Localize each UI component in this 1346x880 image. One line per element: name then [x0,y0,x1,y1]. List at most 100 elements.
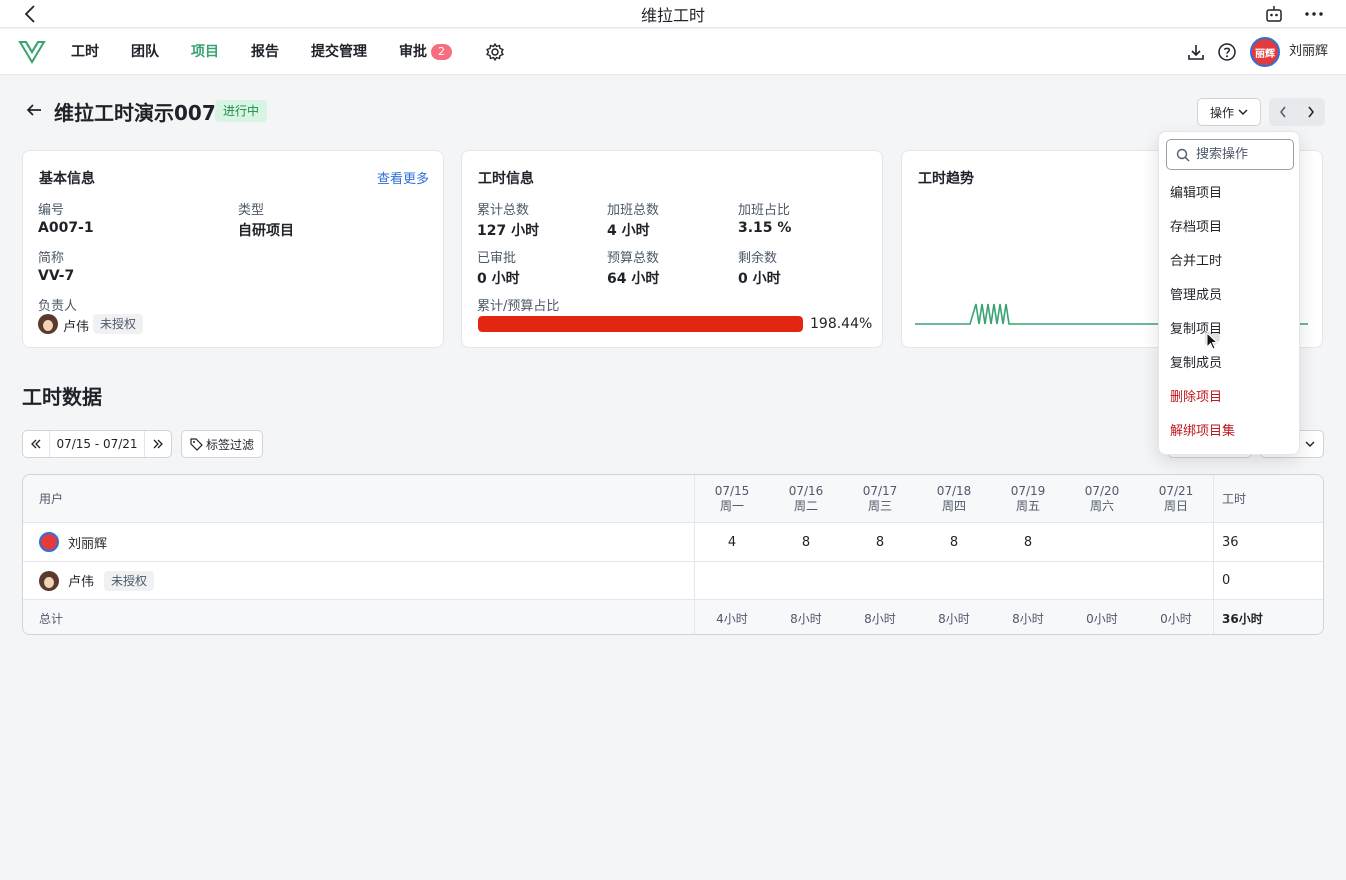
tag-icon [190,437,203,451]
total-cell: 8小时 [864,611,896,626]
type-label: 类型 [238,203,265,218]
column-divider [694,475,695,634]
hours-cell[interactable]: 8 [769,523,843,561]
user-avatar[interactable]: 丽辉 [1250,37,1280,67]
prev-project-icon[interactable] [1269,98,1297,126]
day-date: 07/17 [862,483,898,498]
back-icon[interactable] [18,2,42,26]
day-column-header: 07/20 周六 [1065,475,1139,522]
nav-approvals-label: 审批 [399,44,427,60]
nav-hours[interactable]: 工时 [71,29,99,75]
table-header-row: 用户 07/15 周一 07/16 周二 07/17 周三 07/18 周四 07/19… [23,475,1323,523]
table-row[interactable]: 卢伟 未授权 0 [23,562,1323,600]
total-cell: 0小时 [1086,611,1118,626]
basic-info-card: 基本信息 查看更多 编号 A007-1 类型 自研项目 简称 VV-7 负责人 … [22,150,444,348]
day-weekday: 周日 [1163,498,1188,513]
day-column-header: 07/16 周二 [769,475,843,522]
menu-search[interactable] [1166,139,1294,170]
total-cell: 8小时 [790,611,822,626]
nav-reports[interactable]: 报告 [251,29,279,75]
day-date: 07/16 [788,483,824,498]
robot-icon[interactable] [1262,2,1286,26]
day-weekday: 周六 [1089,498,1114,513]
day-weekday: 周四 [941,498,966,513]
date-range-control: 07/15 - 07/21 [22,430,172,458]
section-title: 工时数据 [22,385,102,409]
menu-item-delete-project[interactable]: 删除项目 [1159,381,1301,415]
total-cell: 8小时 [1012,611,1044,626]
day-date: 07/20 [1084,483,1120,498]
hours-cell[interactable]: 8 [917,523,991,561]
date-range[interactable]: 07/15 - 07/21 [49,431,145,457]
hours-cell[interactable]: 4 [695,523,769,561]
hours-cell[interactable]: 8 [991,523,1065,561]
table-total-row: 总计 4小时 8小时 8小时 8小时 8小时 0小时 0小时 36小时 [23,600,1323,634]
day-date: 07/21 [1158,483,1194,498]
remaining-label: 剩余数 [738,251,778,266]
nav-team[interactable]: 团队 [131,29,159,75]
settings-gear-icon[interactable] [485,42,505,62]
chevron-down-icon [1305,441,1315,447]
app-logo-icon[interactable] [18,39,46,65]
row-total: 36 [1222,534,1239,550]
menu-item-archive-project[interactable]: 存档项目 [1159,211,1301,245]
view-more-link[interactable]: 查看更多 [377,168,429,187]
next-week-icon[interactable] [145,431,171,457]
total-cell: 0小时 [1160,611,1192,626]
tag-filter-label: 标签过滤 [205,437,254,452]
hours-info-title: 工时信息 [478,171,534,187]
hours-cell[interactable] [1139,523,1213,561]
menu-item-merge-hours[interactable]: 合并工时 [1159,245,1301,279]
overtime-value: 4 小时 [607,223,650,239]
owner-name: 卢伟 [63,320,90,335]
budget-ratio-fill [478,316,803,332]
hours-cell[interactable]: 8 [843,523,917,561]
day-column-header: 07/18 周四 [917,475,991,522]
page-title: 维拉工时演示007 [54,101,216,125]
user-name: 刘丽辉 [68,536,108,552]
budget-ratio-value: 198.44% [810,316,873,332]
owner-label: 负责人 [38,299,78,314]
overtime-ratio-label: 加班占比 [738,203,791,218]
auth-tag: 未授权 [104,570,155,591]
menu-item-unbind-project-set[interactable]: 解绑项目集 [1159,415,1301,449]
menu-item-copy-members[interactable]: 复制成员 [1159,347,1301,381]
day-date: 07/19 [1010,483,1046,498]
owner-avatar [38,314,58,334]
operations-button[interactable]: 操作 [1197,98,1261,126]
menu-item-manage-members[interactable]: 管理成员 [1159,279,1301,313]
menu-search-input[interactable] [1196,147,1286,162]
nav-approvals[interactable]: 审批 2 [399,29,452,75]
more-icon[interactable] [1302,2,1326,26]
download-icon[interactable] [1186,42,1206,62]
day-column-header: 07/15 周一 [695,475,769,522]
total-hours-label: 累计总数 [477,203,530,218]
budget-ratio-label: 累计/预算占比 [477,299,560,314]
tag-filter-button[interactable]: 标签过滤 [181,430,263,458]
help-icon[interactable] [1217,42,1237,62]
type-value: 自研项目 [238,223,294,239]
day-date: 07/18 [936,483,972,498]
next-project-icon[interactable] [1297,98,1325,126]
nav-submissions[interactable]: 提交管理 [311,29,367,75]
mouse-cursor-icon [1205,332,1220,350]
overtime-ratio-value: 3.15 % [738,220,792,236]
status-badge: 进行中 [215,100,268,122]
user-avatar [39,570,59,591]
hours-cell[interactable] [1065,523,1139,561]
prev-week-icon[interactable] [23,431,49,457]
project-pager [1269,98,1325,126]
table-row[interactable]: 刘丽辉 4 8 8 8 8 36 [23,523,1323,562]
user-name[interactable]: 刘丽辉 [1289,29,1328,75]
page-back-icon[interactable] [24,100,44,120]
nav-projects[interactable]: 项目 [191,29,219,75]
menu-item-copy-project[interactable]: 复制项目 [1159,313,1301,347]
overtime-label: 加班总数 [607,203,660,218]
approved-value: 0 小时 [477,271,520,287]
user-cell: 刘丽辉 [39,523,107,561]
day-column-header: 07/21 周日 [1139,475,1213,522]
grand-total: 36小时 [1222,611,1263,626]
menu-item-edit-project[interactable]: 编辑项目 [1159,177,1301,211]
window-titlebar: 维拉工时 [0,0,1346,28]
approved-label: 已审批 [477,251,517,266]
